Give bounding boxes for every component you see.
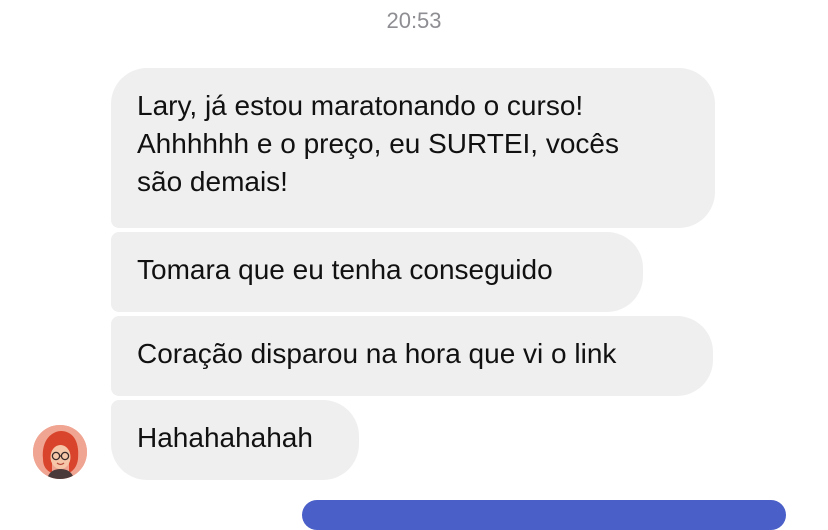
- sender-avatar[interactable]: [33, 425, 87, 479]
- message-text-line: Lary, já estou maratonando o curso!: [137, 90, 584, 121]
- message-bubble[interactable]: Hahahahahah: [111, 400, 359, 480]
- message-bubble[interactable]: Lary, já estou maratonando o curso! Ahhh…: [111, 68, 715, 228]
- message-text: Tomara que eu tenha conseguido: [137, 254, 553, 285]
- avatar-image: [33, 425, 87, 479]
- message-timestamp: 20:53: [386, 8, 442, 33]
- message-text: Hahahahahah: [137, 422, 313, 453]
- message-bubble[interactable]: Coração disparou na hora que vi o link: [111, 316, 713, 396]
- message-bubble[interactable]: Tomara que eu tenha conseguido: [111, 232, 643, 312]
- message-text: Coração disparou na hora que vi o link: [137, 338, 617, 369]
- message-text-line: são demais!: [137, 166, 288, 197]
- message-text-line: Ahhhhhh e o preço, eu SURTEI, vocês: [137, 128, 619, 159]
